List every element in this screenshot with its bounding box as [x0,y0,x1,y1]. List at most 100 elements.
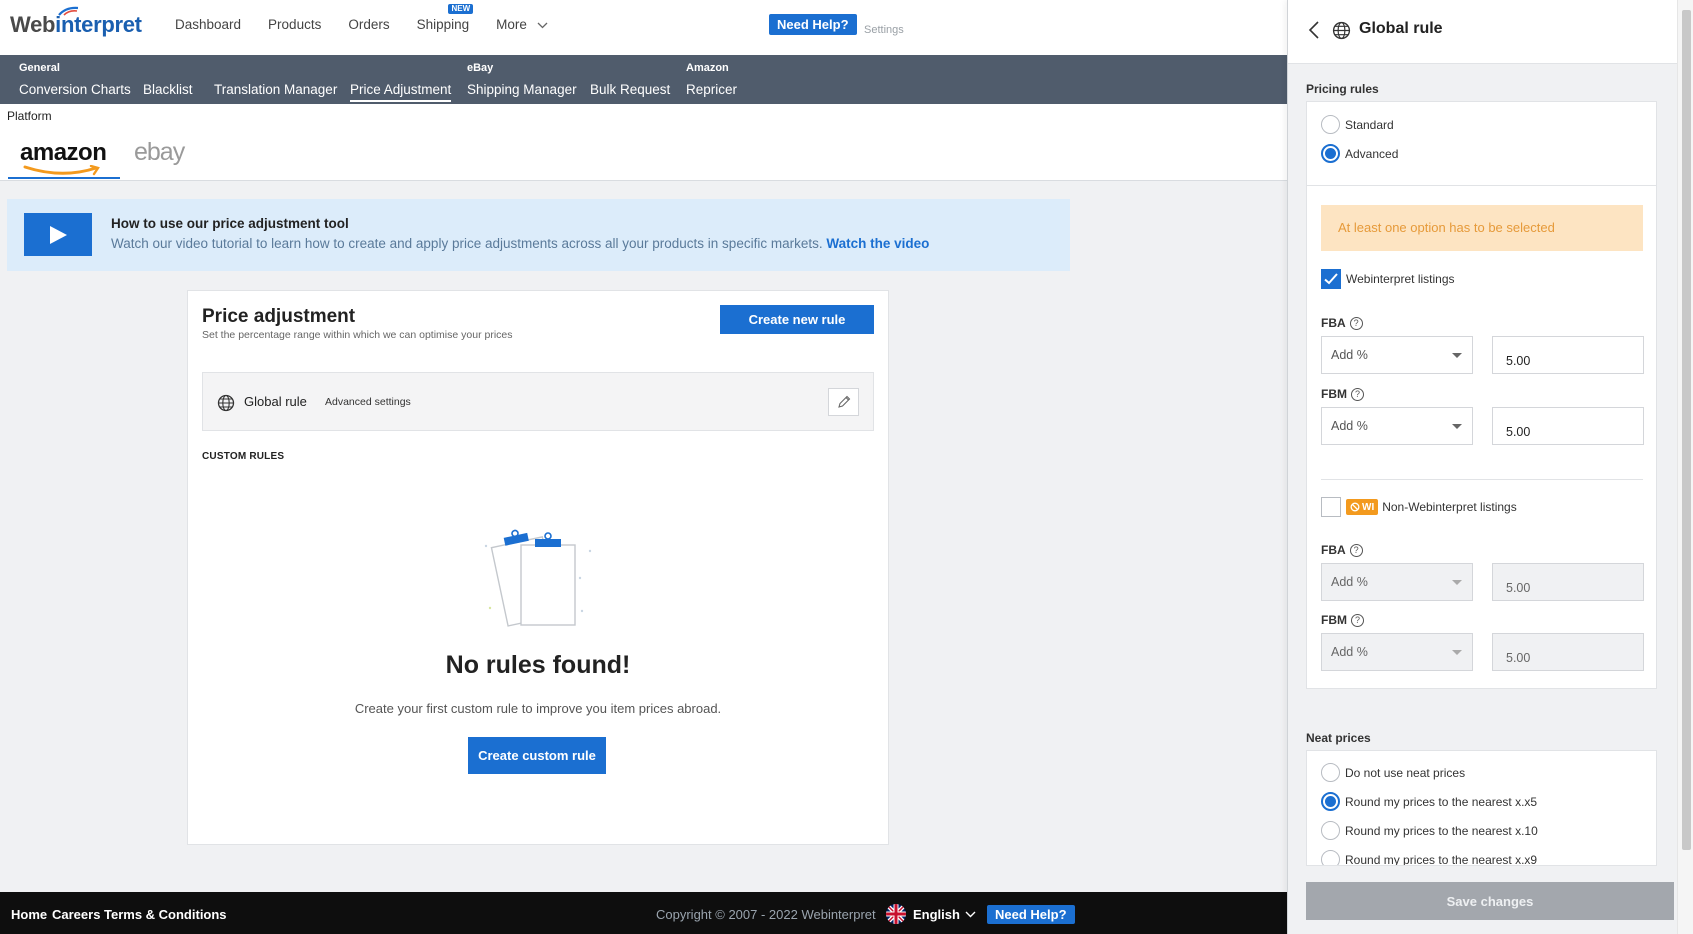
global-rule-name: Global rule [244,394,307,409]
help-question-icon[interactable]: ? [1349,316,1363,330]
edit-global-rule-button[interactable] [828,388,859,416]
nav-products[interactable]: Products [268,17,321,32]
wi-fba-label: FBA? [1321,316,1363,330]
nwi-fbm-select: Add % [1321,633,1473,671]
banner-description: Watch our video tutorial to learn how to… [111,236,929,251]
non-wi-listings-checkbox[interactable]: WI Non-Webinterpret listings [1321,497,1517,517]
drawer-header: Global rule [1288,0,1678,64]
language-label: English [913,906,960,922]
main-nav: Dashboard Products Orders Shipping NEW M… [175,4,575,32]
wi-listings-checkbox[interactable]: Webinterpret listings [1321,269,1455,289]
nwi-fbm-label-text: FBM [1321,613,1347,627]
footer-home-link[interactable]: Home [11,907,47,922]
subnav-shipping-manager[interactable]: Shipping Manager [467,82,577,100]
radio-neat-x10[interactable]: Round my prices to the nearest x.10 [1321,821,1538,840]
radio-neat-x9[interactable]: Round my prices to the nearest x.x9 [1321,850,1538,866]
subnav-price-adjustment[interactable]: Price Adjustment [350,82,452,102]
subnav-repricer[interactable]: Repricer [686,82,737,100]
nav-orders[interactable]: Orders [348,17,389,32]
global-rule-row: Global rule Advanced settings [202,372,874,431]
create-custom-rule-button[interactable]: Create custom rule [468,737,606,774]
wi-listings-label: Webinterpret listings [1346,272,1455,286]
banner-desc-text: Watch our video tutorial to learn how to… [111,236,823,251]
custom-rules-heading: CUSTOM RULES [202,451,285,462]
help-question-icon[interactable]: ? [1349,543,1363,557]
radio-advanced-indicator [1321,144,1340,163]
nwi-fbm-label: FBM? [1321,613,1364,627]
nav-shipping[interactable]: Shipping NEW [417,4,474,32]
create-new-rule-button[interactable]: Create new rule [720,305,874,334]
radio-neat-x9-indicator [1321,850,1340,865]
platform-tab-amazon[interactable]: amazon [20,139,107,167]
chevron-down-icon [965,911,976,917]
non-wi-listings-label: Non-Webinterpret listings [1382,500,1517,514]
amazon-smile-icon [23,165,100,176]
caret-down-icon [1452,580,1462,585]
brand-logo[interactable]: Webinterpret [10,6,142,38]
price-adjustment-card: Price adjustment Set the percentage rang… [187,290,889,845]
nav-more-label: More [496,17,527,32]
caret-down-icon [1452,650,1462,655]
subnav-group-amazon: Amazon [686,62,729,74]
nav-more[interactable]: More [496,17,548,32]
footer-careers-link[interactable]: Careers [52,907,100,922]
radio-neat-none-indicator [1321,763,1340,782]
wi-fbm-label: FBM? [1321,387,1364,401]
help-question-icon[interactable]: ? [1351,387,1364,401]
subnav-blacklist[interactable]: Blacklist [143,82,193,100]
wi-fbm-select[interactable]: Add % [1321,407,1473,445]
subnav-translation-manager[interactable]: Translation Manager [214,82,337,100]
back-arrow-icon[interactable] [1308,21,1319,39]
caret-down-icon [1452,353,1462,358]
need-help-button[interactable]: Need Help? [769,14,857,35]
footer-terms-link[interactable]: Terms & Conditions [104,907,227,922]
watch-video-link[interactable]: Watch the video [826,236,929,251]
new-badge: NEW [448,4,474,14]
card-title: Price adjustment [202,306,356,327]
footer-need-help-button[interactable]: Need Help? [987,905,1075,924]
radio-neat-x9-label: Round my prices to the nearest x.x9 [1345,852,1538,866]
non-wi-badge-text: WI [1362,501,1375,513]
platform-tab-ebay[interactable]: ebay [134,138,185,167]
subnav-group-general: General [19,62,60,74]
nwi-fbm-input [1492,633,1644,671]
subnav-conversion-charts[interactable]: Conversion Charts [19,82,131,100]
radio-neat-x10-indicator [1321,821,1340,840]
drawer-footer: Save changes [1288,866,1678,934]
save-changes-button[interactable]: Save changes [1306,882,1674,920]
radio-advanced[interactable]: Advanced [1321,144,1398,163]
sub-navbar: General eBay Amazon Conversion Charts Bl… [0,55,1287,104]
settings-link[interactable]: Settings [864,24,904,36]
footer: Home Careers Terms & Conditions Copyrigh… [0,892,1287,934]
play-video-button[interactable] [24,213,92,256]
radio-standard[interactable]: Standard [1321,115,1394,134]
pricing-rules-panel: Standard Advanced [1306,101,1657,186]
scrollbar-thumb[interactable] [1682,10,1691,850]
subnav-bulk-request[interactable]: Bulk Request [590,82,670,100]
radio-neat-x10-label: Round my prices to the nearest x.10 [1345,823,1538,838]
language-selector[interactable]: English [886,904,976,924]
video-tutorial-banner: How to use our price adjustment tool Wat… [7,199,1070,271]
banner-title: How to use our price adjustment tool [111,216,349,231]
empty-clipboard-icon [484,529,592,627]
wi-fba-select[interactable]: Add % [1321,336,1473,374]
radio-neat-x5-label: Round my prices to the nearest x.x5 [1345,794,1538,809]
radio-neat-x5[interactable]: Round my prices to the nearest x.x5 [1321,792,1537,811]
nwi-fba-select: Add % [1321,563,1473,601]
advanced-settings-label: Advanced settings [325,396,411,408]
globe-icon [1332,21,1351,40]
drawer-scrollbar[interactable] [1677,0,1693,934]
platform-selector: Platform amazon ebay [0,104,1287,181]
wi-fba-input[interactable] [1492,336,1644,374]
wi-fba-label-text: FBA [1321,316,1346,330]
help-question-icon[interactable]: ? [1351,613,1364,627]
nav-dashboard[interactable]: Dashboard [175,17,241,32]
advanced-options-panel: At least one option has to be selected W… [1306,186,1657,689]
non-wi-listings-check-indicator [1321,497,1341,517]
footer-copyright: Copyright © 2007 - 2022 Webinterpret [656,907,876,922]
pricing-rules-label: Pricing rules [1306,82,1379,96]
radio-neat-x5-indicator [1321,792,1340,811]
wi-fbm-input[interactable] [1492,407,1644,445]
blocked-icon [1350,502,1360,512]
radio-neat-none[interactable]: Do not use neat prices [1321,763,1465,782]
